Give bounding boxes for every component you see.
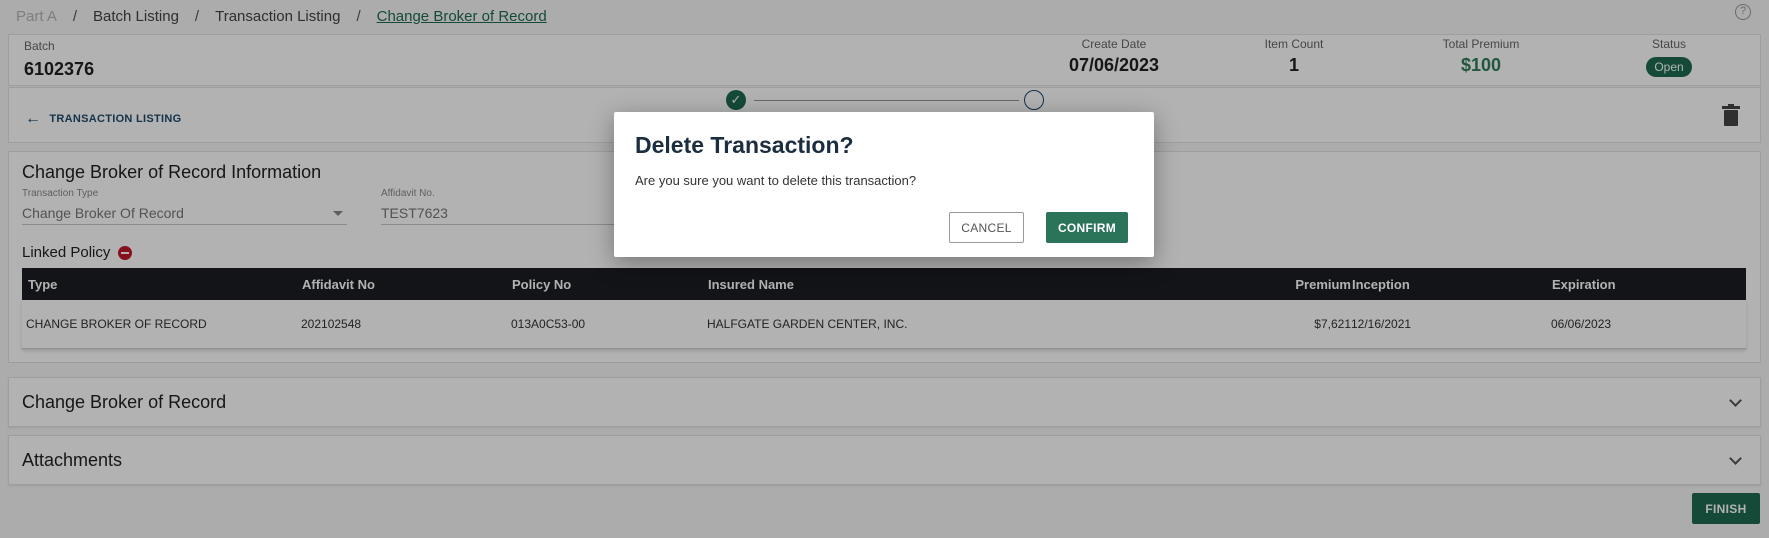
modal-backdrop[interactable] <box>0 0 1769 538</box>
dialog-title: Delete Transaction? <box>635 132 854 158</box>
dialog-message: Are you sure you want to delete this tra… <box>635 173 917 188</box>
confirm-button[interactable]: CONFIRM <box>1046 212 1128 243</box>
delete-transaction-dialog: Delete Transaction? Are you sure you wan… <box>614 112 1154 257</box>
cancel-button[interactable]: CANCEL <box>949 212 1024 243</box>
page: Part A / Batch Listing / Transaction Lis… <box>0 0 1769 538</box>
